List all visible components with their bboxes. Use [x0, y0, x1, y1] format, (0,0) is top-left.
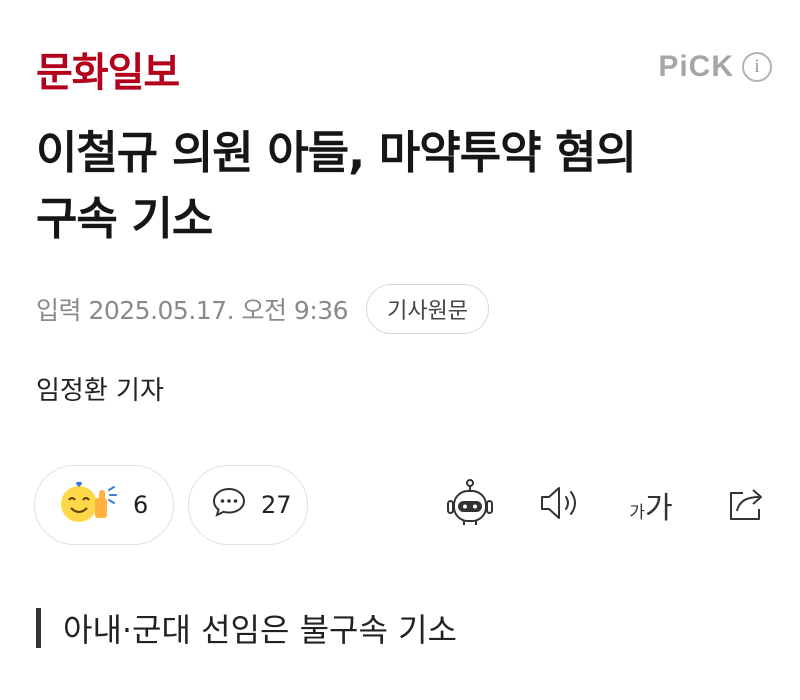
article-meta: 입력 2025.05.17. 오전 9:36 기사원문 — [36, 284, 490, 334]
pick-label: PiCK — [658, 50, 734, 83]
comment-button[interactable]: 27 — [188, 465, 308, 545]
article-subheading: 아내·군대 선임은 불구속 기소 — [36, 608, 457, 649]
summary-bot-button[interactable] — [442, 465, 498, 545]
article-title-line-2: 구속 기소 — [36, 192, 213, 245]
robot-summary-icon — [444, 477, 496, 533]
publish-date: 입력 2025.05.17. 오전 9:36 — [36, 296, 349, 325]
pick-badge[interactable]: PiCK i — [658, 50, 772, 84]
speaker-icon — [538, 483, 582, 527]
article-action-bar: 6 27 가가 — [34, 465, 774, 545]
font-size-button[interactable]: 가가 — [624, 465, 678, 545]
header: 문화일보 PiCK i — [0, 0, 800, 110]
info-icon[interactable]: i — [742, 52, 772, 82]
reaction-count: 6 — [133, 491, 149, 519]
font-size-icon: 가가 — [629, 483, 672, 527]
comment-count: 27 — [261, 491, 292, 519]
comment-icon — [211, 484, 247, 526]
share-icon — [725, 483, 767, 527]
reaction-button[interactable]: 6 — [34, 465, 174, 545]
original-article-button[interactable]: 기사원문 — [366, 284, 490, 334]
reaction-emoji-icon — [57, 478, 119, 532]
font-size-small-glyph: 가 — [629, 503, 646, 523]
article-title: 이철규 의원 아들, 마약투약 혐의 구속 기소 — [36, 120, 776, 252]
font-size-big-glyph: 가 — [645, 491, 673, 526]
publisher-logo[interactable]: 문화일보 — [36, 40, 180, 98]
reporter-name[interactable]: 임정환 기자 — [36, 370, 164, 407]
share-button[interactable] — [722, 465, 770, 545]
read-aloud-button[interactable] — [536, 465, 584, 545]
article-title-line-1: 이철규 의원 아들, 마약투약 혐의 — [36, 126, 637, 179]
